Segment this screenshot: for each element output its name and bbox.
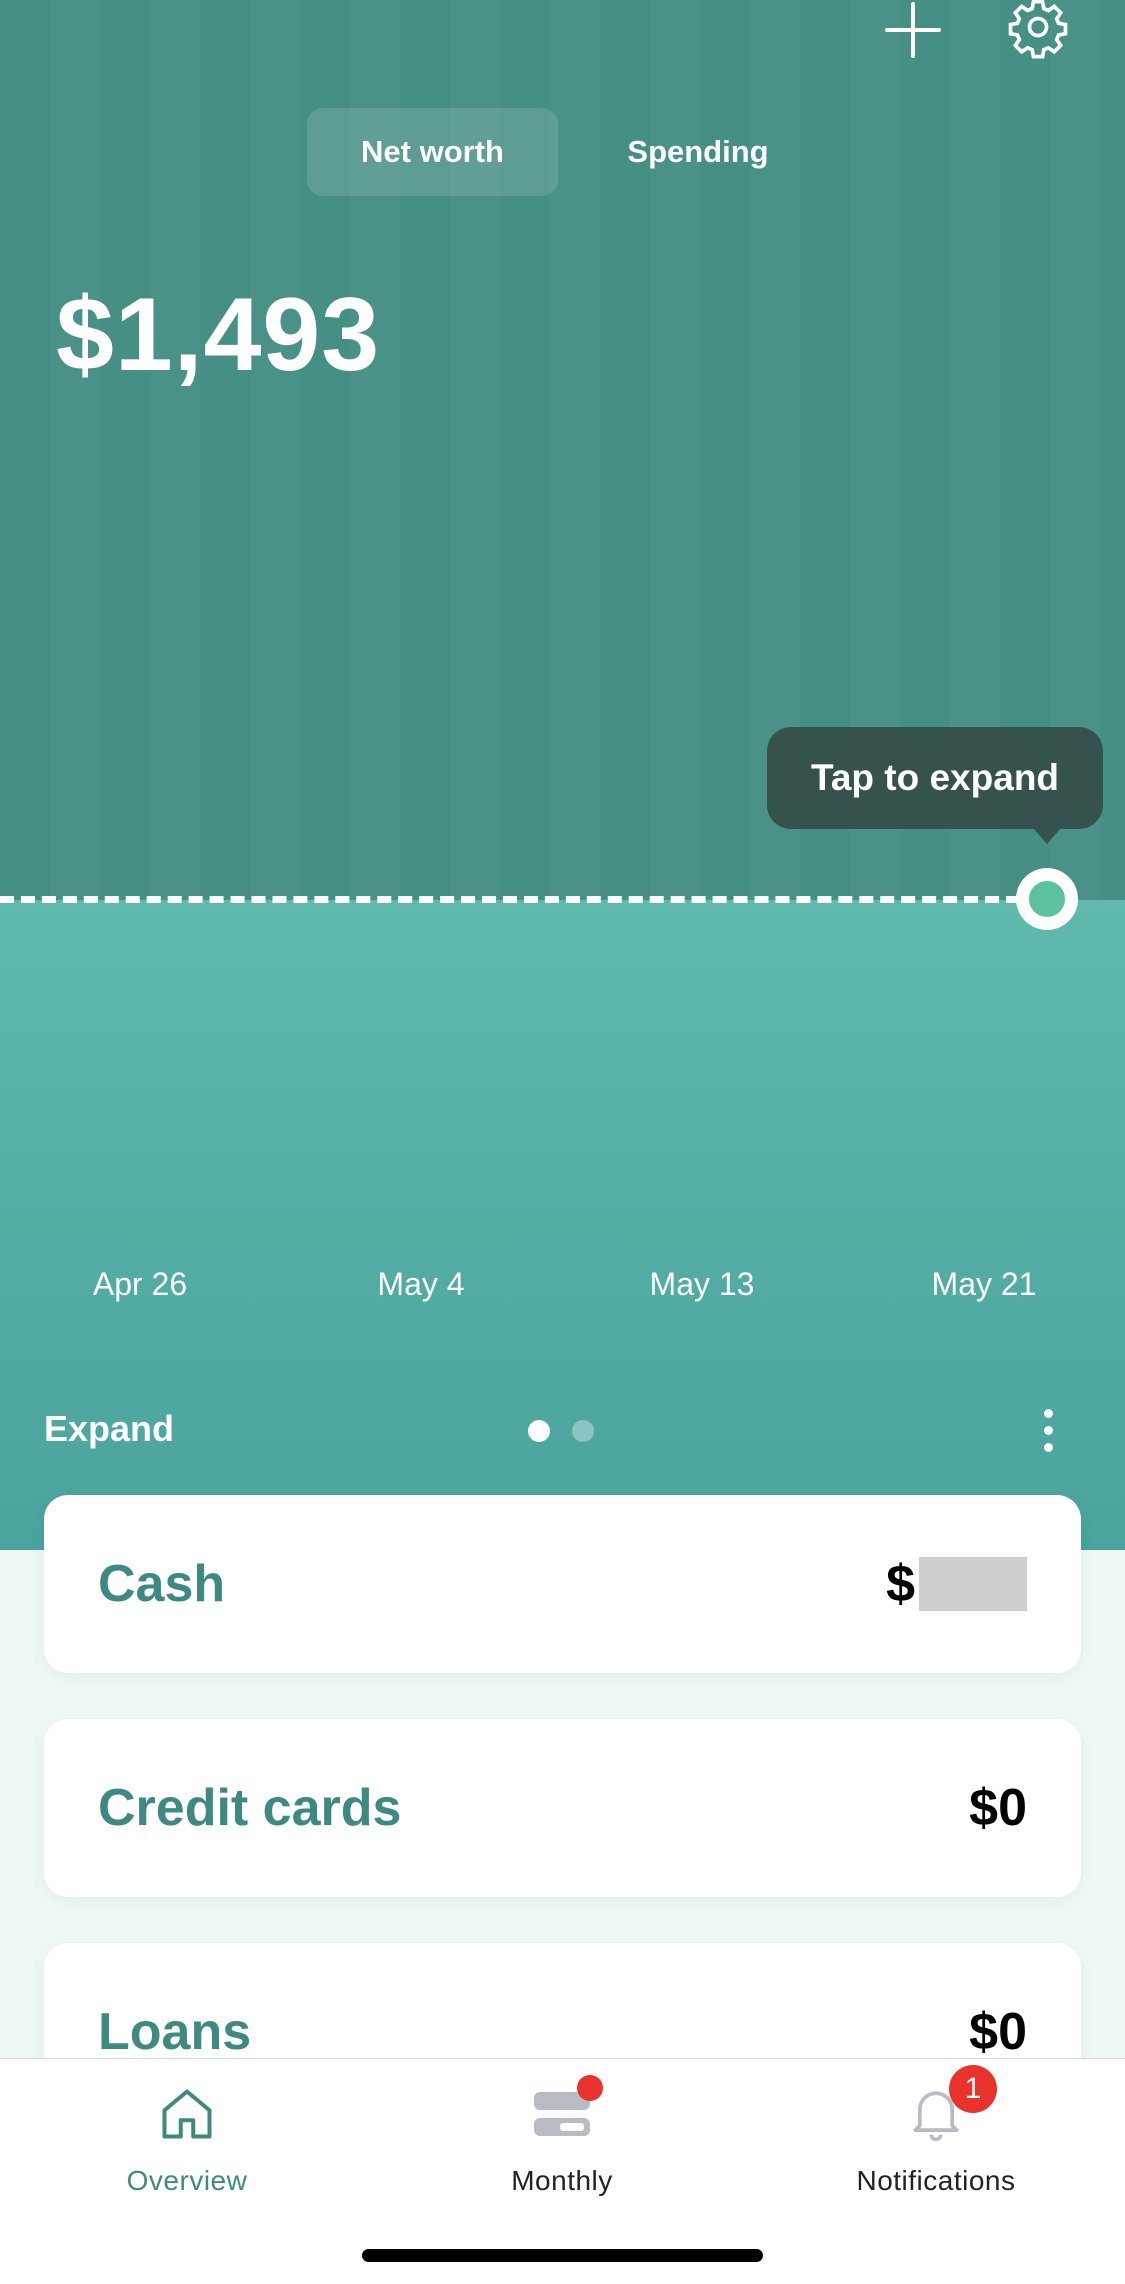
tab-net-worth[interactable]: Net worth (307, 108, 558, 196)
plus-icon[interactable] (878, 0, 948, 60)
page-dot (572, 1420, 594, 1442)
tab-label: Overview (126, 2165, 248, 2196)
view-segmented-control: Net worth Spending (307, 108, 838, 196)
tab-notifications[interactable]: 1 Notifications (806, 2065, 1066, 2219)
tooltip-arrow (1033, 828, 1061, 844)
masked-value (919, 1557, 1027, 1611)
gear-icon[interactable] (1003, 0, 1073, 60)
expand-row: Expand (44, 1400, 1081, 1460)
expand-button[interactable]: Expand (44, 1408, 174, 1450)
monthly-icon (527, 2075, 603, 2149)
account-card-credit-cards[interactable]: Credit cards $0 (44, 1719, 1081, 1897)
net-worth-amount: $1,493 (56, 277, 381, 393)
home-indicator[interactable] (362, 2249, 763, 2262)
tab-spending[interactable]: Spending (558, 108, 838, 196)
timeline-label: May 21 (931, 1266, 1037, 1302)
tab-overview[interactable]: Overview (57, 2079, 317, 2219)
net-worth-line (0, 896, 1020, 903)
tab-monthly[interactable]: Monthly (432, 2075, 692, 2219)
tab-label: Notifications (856, 2165, 1016, 2196)
bell-icon: 1 (901, 2065, 997, 2149)
timeline-label: May 4 (377, 1266, 465, 1302)
home-icon (152, 2079, 222, 2149)
account-value: $ (886, 1554, 1027, 1614)
current-value-marker[interactable] (1016, 868, 1078, 930)
page-dot-active (528, 1420, 550, 1442)
timeline-axis: Apr 26 May 4 May 13 May 21 (0, 1266, 1125, 1314)
account-label: Loans (98, 2003, 252, 2061)
timeline-label: Apr 26 (92, 1266, 188, 1302)
account-value: $0 (969, 2003, 1027, 2061)
kebab-menu-icon[interactable] (1033, 1400, 1063, 1460)
notification-count-badge: 1 (949, 2065, 997, 2113)
notification-dot (577, 2075, 603, 2101)
tap-to-expand-tooltip[interactable]: Tap to expand (767, 727, 1103, 829)
page-indicator[interactable] (528, 1420, 594, 1442)
account-card-cash[interactable]: Cash $ (44, 1495, 1081, 1673)
timeline-label: May 13 (649, 1266, 755, 1302)
account-value-prefix: $ (886, 1555, 915, 1613)
account-value: $0 (969, 1779, 1027, 1837)
account-label: Cash (98, 1555, 226, 1613)
account-label: Credit cards (98, 1779, 402, 1837)
tab-label: Monthly (511, 2165, 613, 2196)
